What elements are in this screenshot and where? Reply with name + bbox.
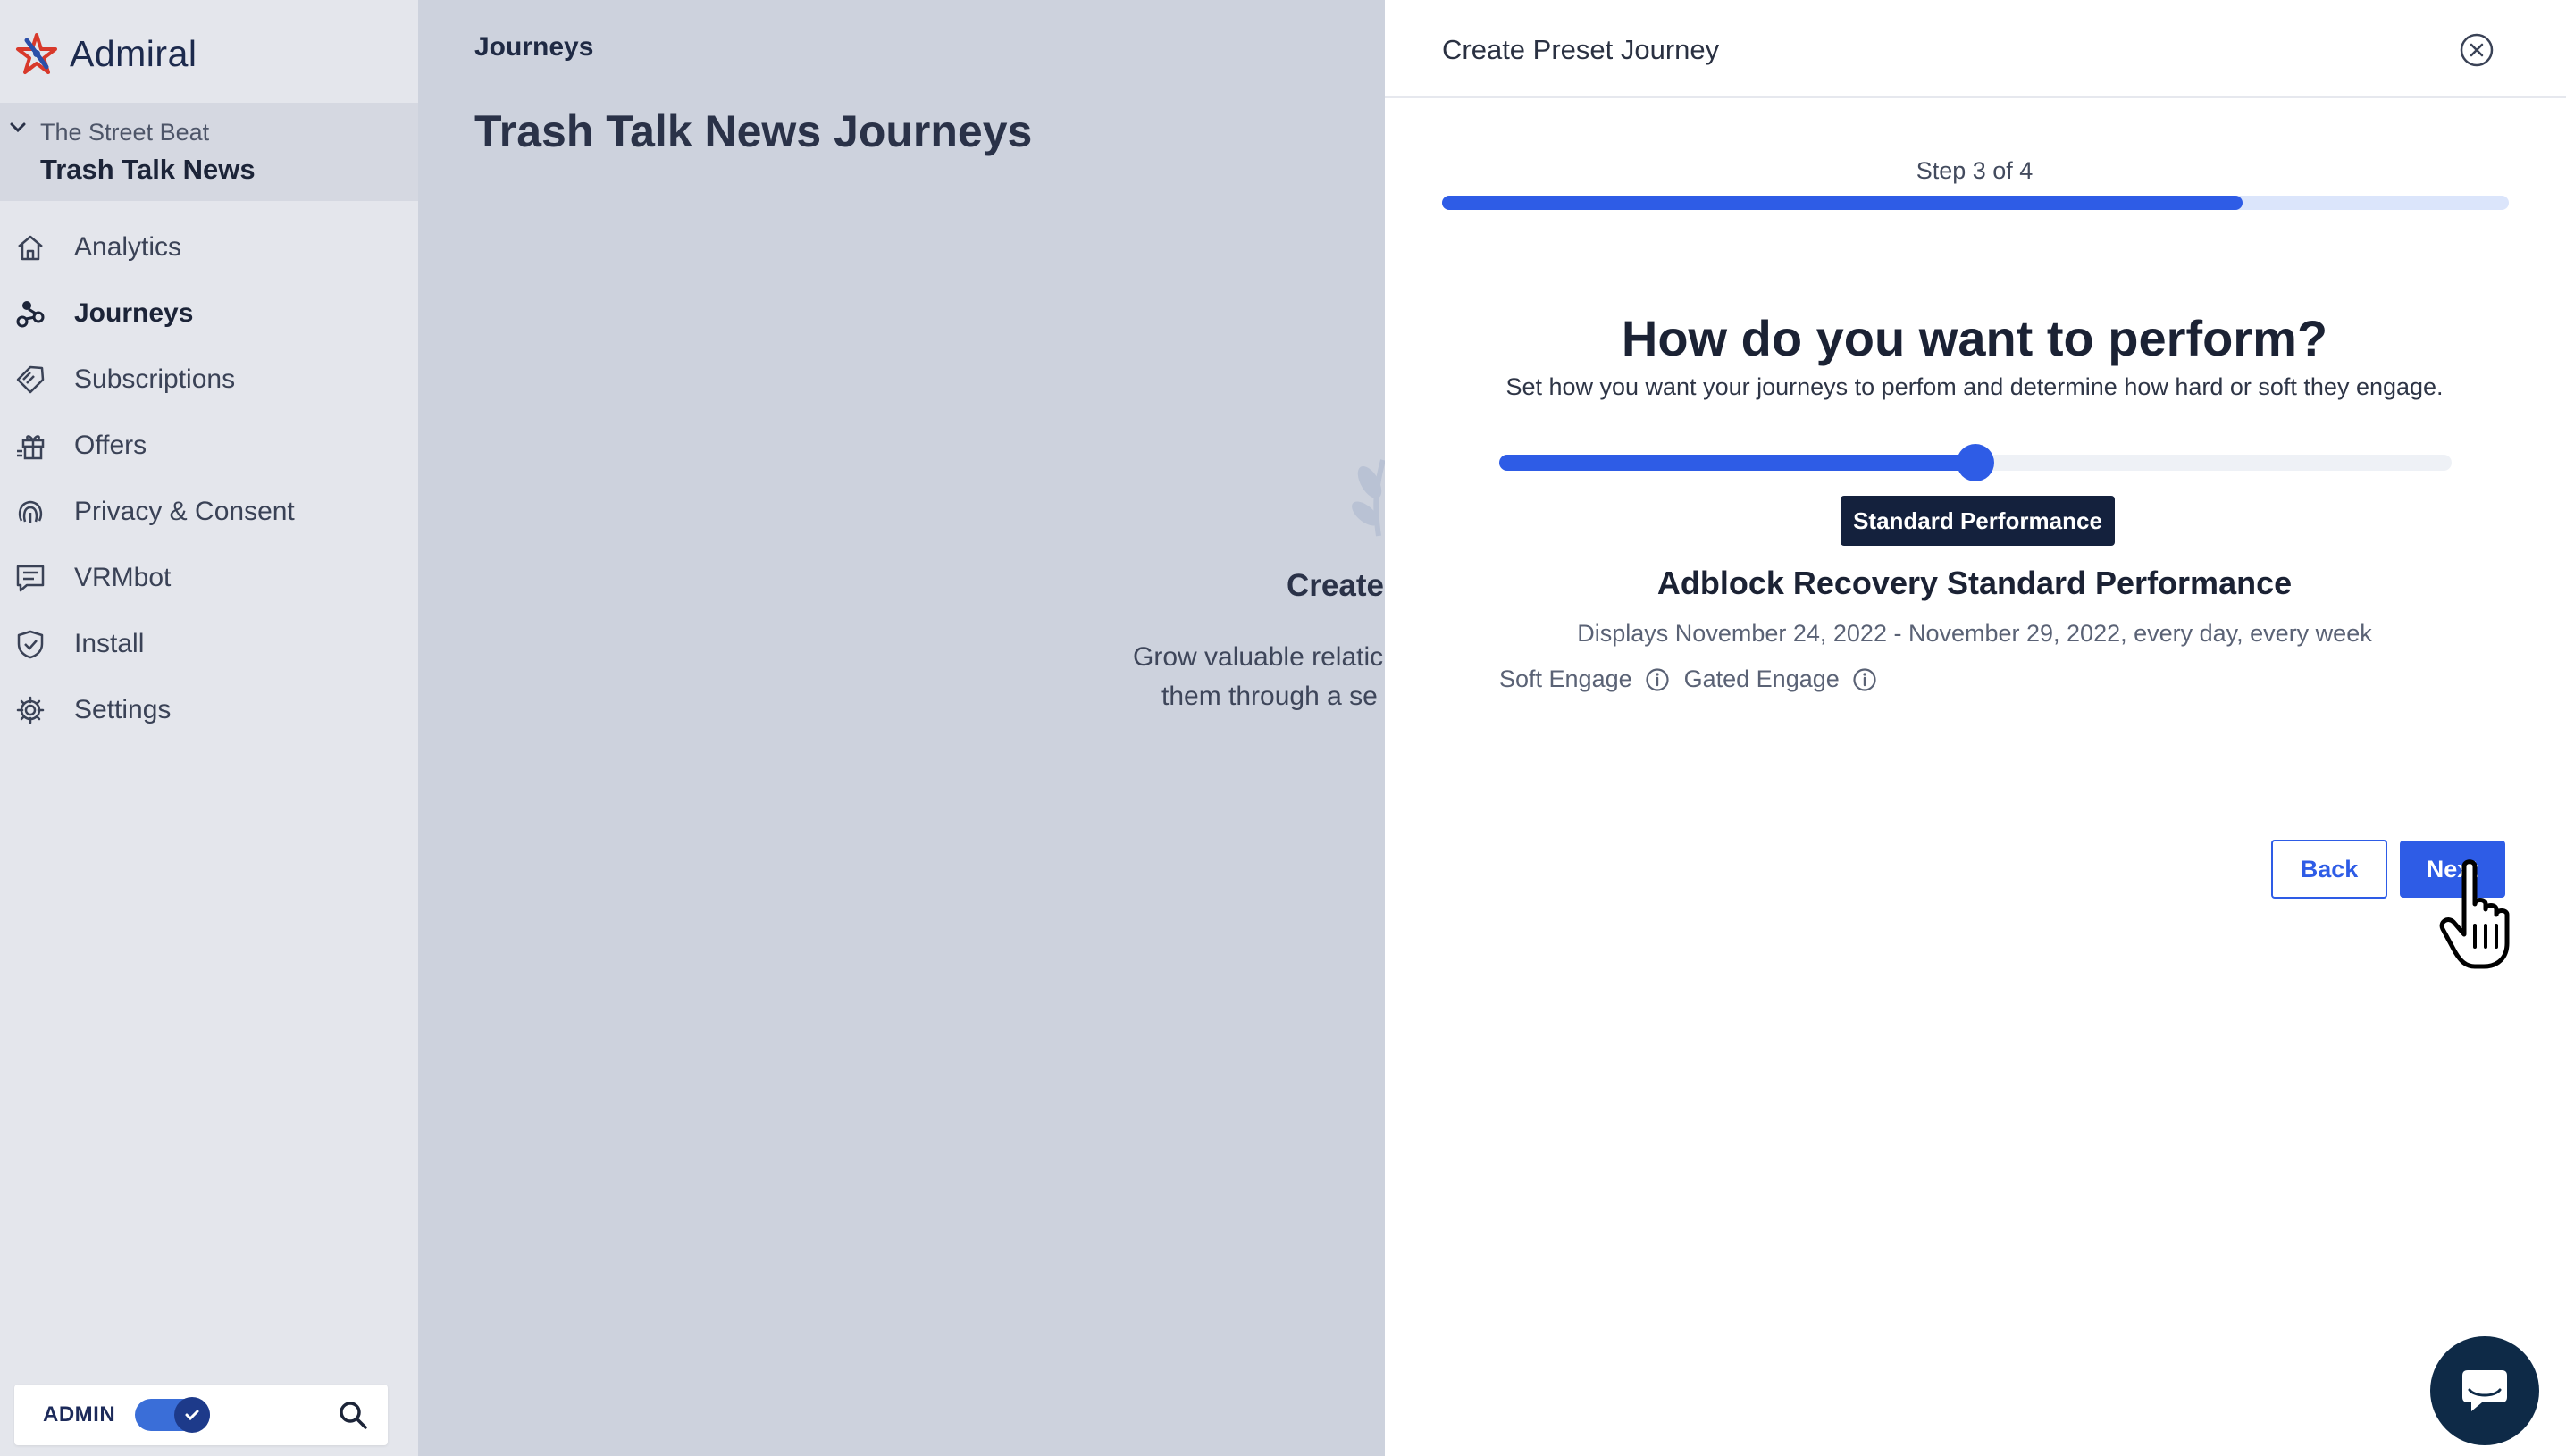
shield-check-icon <box>17 630 44 659</box>
fingerprint-icon <box>18 500 43 523</box>
admin-bar: ADMIN <box>14 1385 388 1445</box>
hand-pointer-cursor-icon <box>2439 859 2510 969</box>
sidebar-item-label: Privacy & Consent <box>74 497 295 526</box>
plant-icon <box>1352 459 1386 537</box>
breadcrumb[interactable]: Journeys <box>474 32 593 63</box>
gated-engage-label: Gated Engage <box>1683 665 1840 692</box>
sidebar-item-analytics[interactable]: Analytics <box>0 214 418 280</box>
sidebar-item-subscriptions[interactable]: Subscriptions <box>0 347 418 413</box>
preset-schedule: Displays November 24, 2022 - November 29… <box>1577 620 2372 647</box>
sidebar-item-journeys[interactable]: Journeys <box>0 280 418 347</box>
step-indicator: Step 3 of 4 <box>1916 157 2034 184</box>
org-switcher[interactable]: The Street Beat Trash Talk News <box>0 103 418 201</box>
org-name: Trash Talk News <box>40 154 256 185</box>
step-progress-fill <box>1442 196 2243 210</box>
empty-state-title: Create <box>1287 568 1384 603</box>
performance-slider-thumb[interactable] <box>1957 444 1994 481</box>
tag-icon <box>16 365 45 394</box>
chat-launcher-button[interactable] <box>2430 1336 2539 1445</box>
search-icon[interactable] <box>338 1400 368 1430</box>
sidebar-item-label: Offers <box>74 431 147 460</box>
drawer-header: Create Preset Journey <box>1385 0 2566 98</box>
gear-icon <box>16 696 45 724</box>
chevron-down-icon <box>10 122 26 133</box>
sidebar-nav: Analytics Journeys Subscriptions Offers … <box>0 214 418 743</box>
step-subtitle: Set how you want your journeys to perfom… <box>1505 373 2444 400</box>
drawer-title: Create Preset Journey <box>1442 34 1720 65</box>
sidebar-item-label: Install <box>74 629 145 658</box>
toggle-knob <box>174 1397 211 1433</box>
sidebar-item-install[interactable]: Install <box>0 611 418 677</box>
home-icon <box>18 235 43 261</box>
sidebar-item-offers[interactable]: Offers <box>0 413 418 479</box>
sidebar-item-vrmbot[interactable]: VRMbot <box>0 545 418 611</box>
app-name: Admiral <box>70 32 197 74</box>
journeys-icon <box>16 301 45 328</box>
info-icon[interactable] <box>1852 667 1877 692</box>
preset-name: Adblock Recovery Standard Performance <box>1656 565 2293 601</box>
admin-label: ADMIN <box>43 1402 116 1427</box>
org-parent-name: The Street Beat <box>40 119 210 146</box>
close-icon[interactable] <box>2459 32 2495 68</box>
performance-slider[interactable] <box>1499 444 2452 481</box>
engage-types: Soft Engage Gated Engage <box>1499 665 1891 693</box>
sidebar-item-label: VRMbot <box>74 563 172 592</box>
step-progress-bar <box>1442 196 2509 210</box>
sidebar: Admiral The Street Beat Trash Talk News … <box>0 0 418 1456</box>
sidebar-item-label: Journeys <box>74 298 194 328</box>
main-content: Journeys Trash Talk News Journeys Create… <box>418 0 1386 1456</box>
performance-level-badge: Standard Performance <box>1841 496 2115 546</box>
sidebar-item-privacy-consent[interactable]: Privacy & Consent <box>0 479 418 545</box>
performance-slider-fill <box>1499 455 1975 471</box>
admiral-logo[interactable]: Admiral <box>14 27 197 80</box>
sidebar-item-label: Settings <box>74 695 172 724</box>
soft-engage-label: Soft Engage <box>1499 665 1632 692</box>
sidebar-item-label: Analytics <box>74 232 182 262</box>
admiral-logo-icon <box>16 33 57 74</box>
check-icon <box>185 1410 199 1421</box>
sidebar-item-label: Subscriptions <box>74 364 236 394</box>
page-title: Trash Talk News Journeys <box>474 106 1033 156</box>
step-question: How do you want to perform? <box>1621 310 2328 366</box>
chat-list-icon <box>16 565 45 592</box>
back-button[interactable]: Back <box>2271 840 2387 899</box>
sidebar-item-settings[interactable]: Settings <box>0 677 418 743</box>
gift-icon <box>17 435 45 460</box>
create-preset-journey-drawer: Create Preset Journey Step 3 of 4 How do… <box>1385 0 2566 1456</box>
admin-toggle[interactable] <box>135 1397 211 1433</box>
info-icon[interactable] <box>1645 667 1670 692</box>
chat-bubble-icon <box>2462 1370 2507 1411</box>
